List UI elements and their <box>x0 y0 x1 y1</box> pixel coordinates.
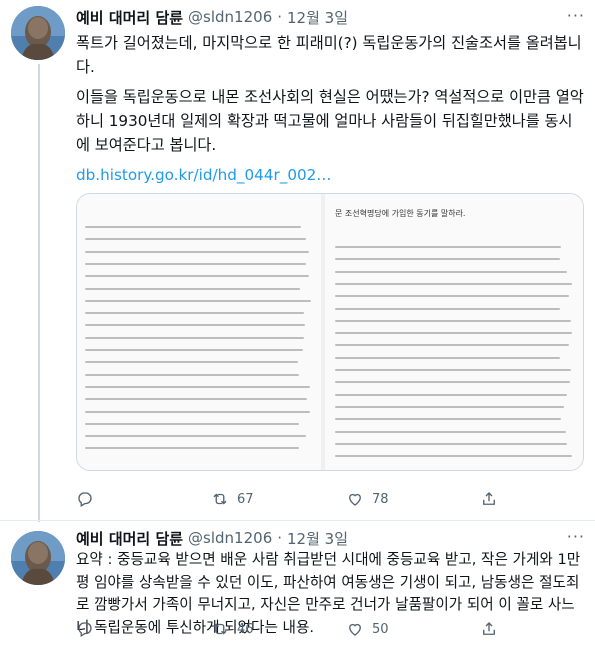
document-text-line <box>85 287 300 290</box>
document-text-line <box>335 246 561 248</box>
document-text-line <box>335 319 571 322</box>
tweet-actions: 46 50 <box>76 618 586 640</box>
share-icon <box>480 620 498 638</box>
attached-image[interactable]: 문 조선혁명당에 가입한 동기를 말하라. <box>76 193 584 471</box>
document-page-right <box>325 194 583 470</box>
author-name[interactable]: 예비 대머리 담륜 <box>76 528 183 549</box>
tweet-date[interactable]: 12월 3일 <box>287 528 348 549</box>
share-icon <box>480 490 498 508</box>
reply-icon <box>76 620 94 638</box>
document-text-line <box>335 418 561 421</box>
document-text-line <box>85 250 309 253</box>
document-text-line <box>85 361 298 364</box>
tweet-2[interactable]: 예비 대머리 담륜 @sldn1206 · 12월 3일 ··· 요약 : 중등… <box>0 521 595 671</box>
document-text-line <box>85 435 306 438</box>
document-text-line <box>335 381 570 384</box>
reply-button[interactable] <box>76 488 102 510</box>
document-text-line <box>335 270 567 273</box>
document-text-line <box>85 336 304 339</box>
document-text-line <box>335 295 569 298</box>
author-handle[interactable]: @sldn1206 <box>188 8 272 26</box>
document-text-line <box>85 410 310 413</box>
separator-dot: · <box>277 529 283 547</box>
separator-dot: · <box>277 8 283 26</box>
thread-connector-line <box>38 64 40 522</box>
reply-icon <box>76 490 94 508</box>
retweet-button[interactable]: 46 <box>211 618 254 640</box>
tweet-text-paragraph-2: 이들을 독립운동으로 내몬 조선사회의 현실은 어땠는가? 역설적으로 이만큼 … <box>76 88 584 154</box>
document-text-line <box>335 455 572 458</box>
document-text-line <box>85 373 299 376</box>
document-text-line <box>85 398 307 401</box>
document-text-line <box>85 349 303 351</box>
document-text-line <box>85 262 306 265</box>
tweet-date[interactable]: 12월 3일 <box>287 7 348 28</box>
share-button[interactable] <box>480 488 498 510</box>
document-text-line <box>85 226 301 228</box>
document-page-left <box>77 194 321 470</box>
document-text-line <box>335 369 571 371</box>
document-text-line <box>85 324 305 327</box>
like-icon <box>346 620 364 638</box>
document-text-line <box>335 356 560 359</box>
document-text-line <box>335 332 572 335</box>
document-text-line <box>335 258 560 261</box>
document-text-line <box>85 447 299 450</box>
tweet-actions: 67 78 <box>76 488 586 510</box>
avatar[interactable] <box>11 531 65 585</box>
retweet-count: 46 <box>237 621 254 637</box>
like-count: 50 <box>372 621 389 637</box>
retweet-icon <box>211 490 229 508</box>
document-text-line <box>335 405 564 408</box>
author-handle[interactable]: @sldn1206 <box>188 529 272 547</box>
document-text-line <box>85 312 304 315</box>
document-text-line <box>85 385 310 388</box>
like-button[interactable]: 50 <box>346 618 389 640</box>
document-text-line <box>335 442 567 445</box>
more-icon[interactable]: ··· <box>567 6 585 25</box>
document-text-line <box>335 307 560 310</box>
like-icon <box>346 490 364 508</box>
document-text-line <box>85 422 299 425</box>
reply-button[interactable] <box>76 618 102 640</box>
retweet-icon <box>211 620 229 638</box>
tweet-text-paragraph-1: 폭트가 길어졌는데, 마지막으로 한 피래미(?) 독립운동가의 진술조서를 올… <box>76 34 582 76</box>
document-text-line <box>335 430 566 433</box>
like-button[interactable]: 78 <box>346 488 389 510</box>
avatar[interactable] <box>11 6 65 60</box>
document-text-line <box>335 393 567 396</box>
document-text-line <box>85 299 311 302</box>
retweet-count: 67 <box>237 491 254 507</box>
share-button[interactable] <box>480 618 498 640</box>
tweet-link[interactable]: db.history.go.kr/id/hd_044r_002… <box>76 163 586 187</box>
author-name[interactable]: 예비 대머리 담륜 <box>76 7 183 28</box>
tweet-1[interactable]: 예비 대머리 담륜 @sldn1206 · 12월 3일 ··· 폭트가 길어졌… <box>0 0 595 522</box>
document-text-line <box>335 282 572 285</box>
retweet-button[interactable]: 67 <box>211 488 254 510</box>
document-text-line <box>85 275 309 278</box>
more-icon[interactable]: ··· <box>567 527 585 546</box>
document-text-line <box>85 238 306 241</box>
document-text-line <box>335 344 569 347</box>
tweet-header: 예비 대머리 담륜 @sldn1206 · 12월 3일 <box>76 5 348 29</box>
tweet-header: 예비 대머리 담륜 @sldn1206 · 12월 3일 <box>76 526 348 550</box>
like-count: 78 <box>372 491 389 507</box>
document-heading: 문 조선혁명당에 가입한 동기를 말하라. <box>335 209 466 218</box>
